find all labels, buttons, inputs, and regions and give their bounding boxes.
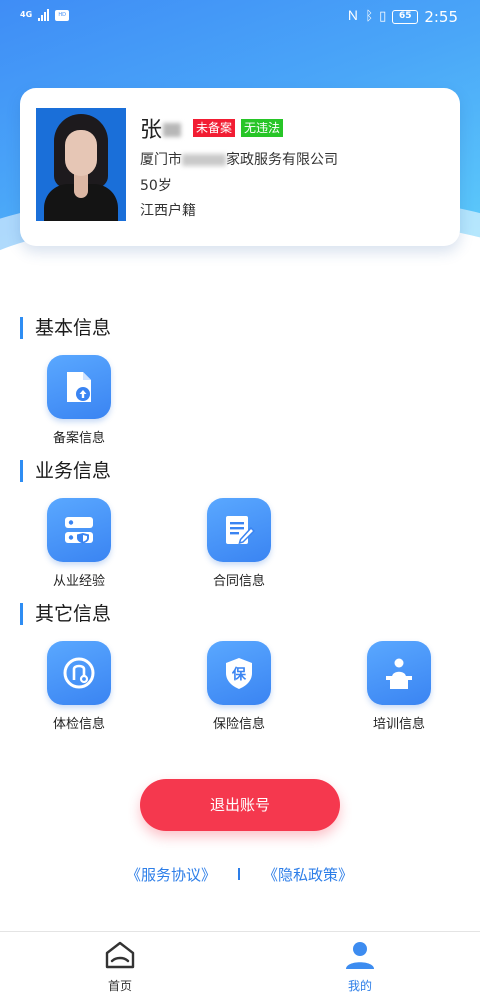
tile-training[interactable]: 培训信息 [354,641,444,732]
file-upload-icon [47,355,111,419]
tile-contract[interactable]: 合同信息 [194,498,284,589]
tile-insurance[interactable]: 保 保险信息 [194,641,284,732]
section-title-basic: 基本信息 [20,317,111,339]
hd-icon: HD [55,9,70,21]
tile-label: 从业经验 [52,574,105,589]
section-title-other: 其它信息 [20,603,111,625]
nav-home[interactable]: 首页 [90,940,150,994]
tile-label: 培训信息 [372,717,425,732]
status-bar: 4G HD Ｎ ᛒ ▯ 65 2:55 [0,0,480,36]
bottom-nav: 首页 我的 [0,931,480,997]
experience-icon [47,498,111,562]
hometown-text: 江西户籍 [140,203,196,219]
bluetooth-icon: ᛒ [365,9,374,24]
record-status-badge: 未备案 [193,119,236,137]
name-row: 张 未备案 无违法 [140,112,284,144]
tile-medical-check[interactable]: 体检信息 [34,641,124,732]
svg-text:保: 保 [231,666,247,683]
tile-label: 备案信息 [52,431,105,446]
medical-check-icon [47,641,111,705]
network-type: 4G [20,10,33,19]
nfc-icon: Ｎ [346,9,360,24]
nav-label-home: 首页 [107,979,132,993]
signal-icon [38,9,50,21]
avatar [36,108,126,221]
profile-card[interactable]: 张 未备案 无违法 厦门市 家政服务有限公司 50岁 江西户籍 [20,88,460,246]
age-text: 50岁 [140,178,172,194]
tile-experience[interactable]: 从业经验 [34,498,124,589]
tile-record-info[interactable]: 备案信息 [34,355,124,446]
tile-label: 保险信息 [212,717,265,732]
tile-label: 体检信息 [52,717,105,732]
training-icon [367,641,431,705]
vibrate-icon: ▯ [379,9,387,24]
tile-label: 合同信息 [212,574,265,589]
link-divider [238,868,240,880]
privacy-policy-link[interactable]: 《隐私政策》 [263,864,353,885]
logout-button[interactable]: 退出账号 [140,779,340,831]
section-title-business: 业务信息 [20,460,111,482]
insurance-shield-icon: 保 [207,641,271,705]
service-agreement-link[interactable]: 《服务协议》 [126,864,216,885]
violation-status-badge: 无违法 [241,119,284,137]
battery-icon: 65 [392,10,419,24]
contract-icon [207,498,271,562]
user-icon [330,940,390,974]
nav-profile[interactable]: 我的 [330,940,390,994]
profile-name: 张 [140,112,182,144]
company-name: 厦门市 家政服务有限公司 [140,152,338,168]
home-icon [90,940,150,974]
clock: 2:55 [424,8,458,26]
nav-label-profile: 我的 [347,979,372,993]
